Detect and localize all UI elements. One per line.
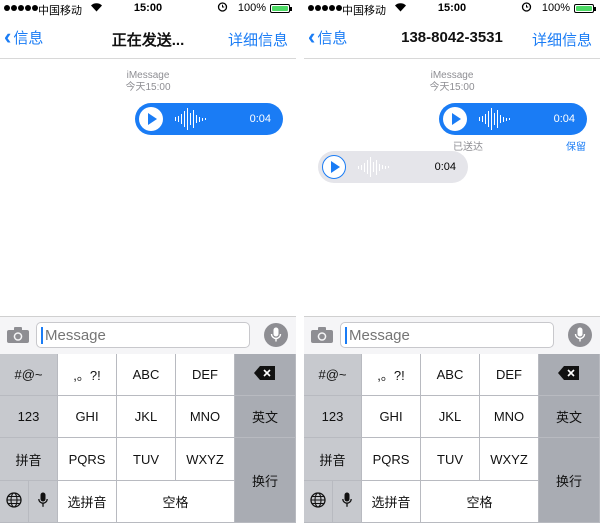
key-delete[interactable] [235, 354, 296, 396]
audio-waveform [175, 107, 206, 131]
play-icon[interactable] [322, 155, 346, 179]
camera-icon[interactable] [6, 326, 30, 349]
alarm-icon [217, 1, 228, 15]
key-english[interactable]: 英文 [235, 396, 296, 438]
audio-duration: 0:04 [434, 161, 456, 173]
key-letters[interactable]: ,。?! [58, 354, 117, 396]
key-letters[interactable]: ,。?! [362, 354, 421, 396]
text-cursor [41, 327, 43, 344]
key-pinyin[interactable]: 拼音 [304, 438, 362, 481]
audio-waveform [358, 155, 389, 179]
keyboard: #@~ 123 拼音,。?! ABC DEF GHI JKL MNO PQRS TUV WXYZ 英文… [0, 354, 296, 523]
key-symbols[interactable]: #@~ [304, 354, 362, 396]
key-english[interactable]: 英文 [539, 396, 600, 438]
key-select-pinyin[interactable]: 选拼音 [362, 481, 421, 523]
back-label: 信息 [317, 29, 348, 47]
key-newline[interactable]: 换行 [539, 438, 600, 523]
play-icon[interactable] [139, 107, 163, 131]
message-timestamp: iMessage 今天15:00 [0, 70, 296, 94]
key-voice[interactable] [333, 481, 362, 523]
delivery-status: 已送达 [453, 142, 483, 153]
key-letters[interactable]: GHI [362, 396, 421, 438]
key-letters[interactable]: PQRS [362, 438, 421, 481]
alarm-icon [521, 1, 532, 15]
mic-icon [38, 492, 48, 511]
key-letters[interactable]: ABC [117, 354, 176, 396]
outgoing-audio-message[interactable]: 0:04 [135, 103, 283, 135]
key-letters[interactable]: MNO [176, 396, 235, 438]
message-input[interactable] [340, 322, 554, 348]
incoming-audio-message[interactable]: 0:04 [318, 151, 468, 183]
key-space[interactable]: 空格 [421, 481, 539, 523]
navigation-bar: ‹ 信息 138-8042-3531 详细信息 [304, 20, 600, 59]
mic-icon[interactable] [568, 323, 592, 347]
back-button[interactable]: ‹ 信息 [308, 26, 347, 48]
camera-icon[interactable] [310, 326, 334, 349]
panel-divider [296, 0, 304, 523]
status-bar: 中国移动 15:00 100% [0, 0, 296, 18]
key-letters[interactable]: TUV [421, 438, 480, 481]
message-input[interactable] [36, 322, 250, 348]
details-button[interactable]: 详细信息 [228, 29, 288, 50]
key-globe[interactable] [304, 481, 333, 523]
time-label: 今天15:00 [429, 82, 475, 93]
battery-percent: 100% [541, 2, 570, 14]
time-label: 今天15:00 [125, 82, 171, 93]
key-letters[interactable]: WXYZ [176, 438, 235, 481]
message-timestamp: iMessage 今天15:00 [304, 70, 600, 94]
key-letters[interactable]: PQRS [58, 438, 117, 481]
status-bar: 中国移动 15:00 100% [304, 0, 600, 18]
key-letters[interactable]: ABC [421, 354, 480, 396]
service-label: iMessage [430, 70, 474, 81]
key-select-pinyin[interactable]: 选拼音 [58, 481, 117, 523]
key-voice[interactable] [29, 481, 58, 523]
input-bar [304, 316, 600, 355]
play-icon[interactable] [443, 107, 467, 131]
key-letters[interactable]: MNO [480, 396, 539, 438]
details-button[interactable]: 详细信息 [532, 29, 592, 50]
service-label: iMessage [126, 70, 170, 81]
input-bar [0, 316, 296, 355]
mic-icon[interactable] [264, 323, 288, 347]
key-delete[interactable] [539, 354, 600, 396]
key-letters[interactable]: JKL [421, 396, 480, 438]
key-pinyin[interactable]: 拼音 [0, 438, 58, 481]
delete-icon [254, 366, 276, 383]
text-cursor [345, 327, 347, 344]
mic-icon [342, 492, 352, 511]
audio-duration: 0:04 [553, 113, 575, 125]
back-button[interactable]: ‹ 信息 [4, 26, 43, 48]
back-label: 信息 [13, 29, 44, 47]
delete-icon [558, 366, 580, 383]
phone-screen-delivered: 中国移动 15:00 100% ‹ 信息 138-8042-3531 详细信息 … [304, 0, 600, 523]
key-letters[interactable]: GHI [58, 396, 117, 438]
phone-screen-sending: 中国移动 15:00 100% ‹ 信息 正在发送... 详细信息 iMessa… [0, 0, 296, 523]
keyboard: #@~ 123 拼音,。?! ABC DEF GHI JKL MNO PQRS TUV WXYZ 英文… [304, 354, 600, 523]
battery-icon [270, 4, 292, 13]
key-globe[interactable] [0, 481, 29, 523]
globe-icon [310, 492, 326, 511]
chevron-left-icon: ‹ [308, 24, 316, 49]
battery-icon [574, 4, 596, 13]
audio-duration: 0:04 [249, 113, 271, 125]
key-letters[interactable]: DEF [176, 354, 235, 396]
key-123[interactable]: 123 [0, 396, 58, 438]
key-letters[interactable]: DEF [480, 354, 539, 396]
key-letters[interactable]: TUV [117, 438, 176, 481]
key-123[interactable]: 123 [304, 396, 362, 438]
audio-waveform [479, 107, 510, 131]
key-letters[interactable]: WXYZ [480, 438, 539, 481]
screenshot-composite: 中国移动 15:00 100% ‹ 信息 正在发送... 详细信息 iMessa… [0, 0, 600, 523]
key-letters[interactable]: JKL [117, 396, 176, 438]
keep-audio-button[interactable]: 保留 [566, 138, 586, 153]
globe-icon [6, 492, 22, 511]
key-newline[interactable]: 换行 [235, 438, 296, 523]
key-symbols[interactable]: #@~ [0, 354, 58, 396]
key-space[interactable]: 空格 [117, 481, 235, 523]
battery-percent: 100% [237, 2, 266, 14]
chevron-left-icon: ‹ [4, 24, 12, 49]
outgoing-audio-message[interactable]: 0:04 [439, 103, 587, 135]
navigation-bar: ‹ 信息 正在发送... 详细信息 [0, 20, 296, 59]
